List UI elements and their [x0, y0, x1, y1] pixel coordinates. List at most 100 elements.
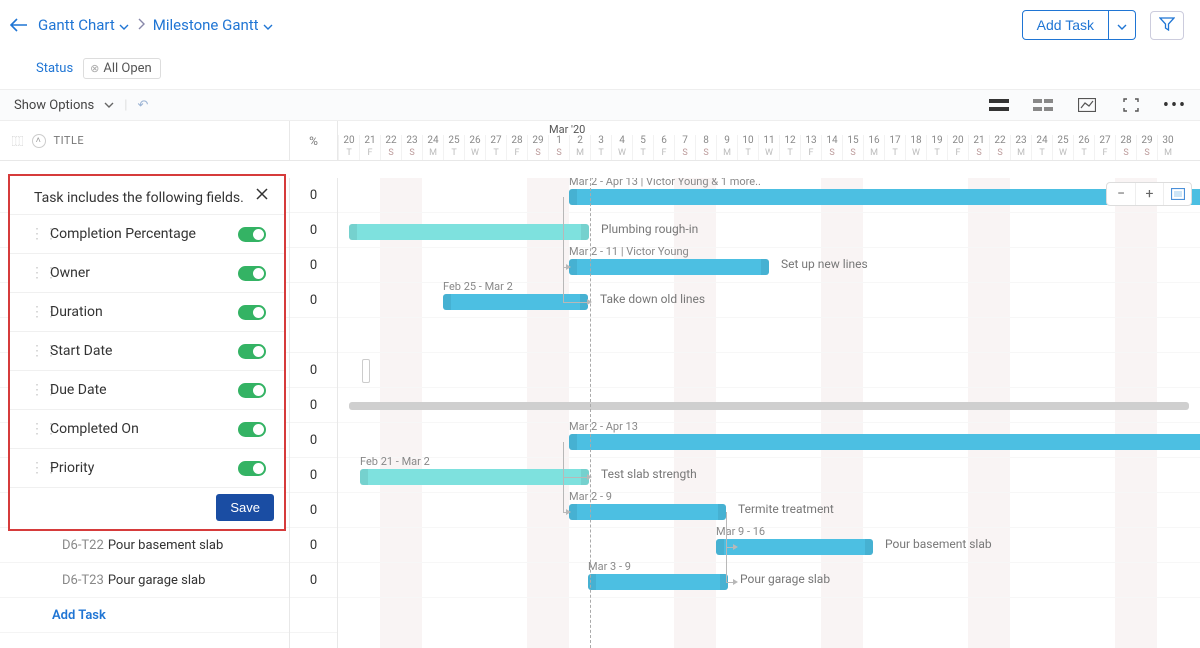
- view-split-icon[interactable]: [1032, 96, 1054, 114]
- field-toggle[interactable]: [238, 344, 266, 359]
- bar-right-label: Take down old lines: [600, 292, 705, 306]
- pct-cell: 0: [290, 283, 337, 318]
- day-header: 12T: [779, 135, 800, 160]
- add-task-row[interactable]: Add Task: [0, 598, 289, 633]
- day-header: 25W: [1052, 135, 1073, 160]
- chevron-right-icon: [137, 16, 145, 34]
- gantt-row: [338, 248, 1200, 283]
- status-label[interactable]: Status: [36, 61, 73, 76]
- zoom-control: − +: [1106, 182, 1192, 206]
- drag-handle-icon[interactable]: ⋮⋮: [30, 226, 40, 242]
- field-toggle[interactable]: [238, 422, 266, 437]
- day-header: 14S: [821, 135, 842, 160]
- drag-handle-icon[interactable]: ⋮⋮: [30, 382, 40, 398]
- filter-button[interactable]: [1150, 11, 1184, 40]
- field-toggle[interactable]: [238, 305, 266, 320]
- gantt-bar[interactable]: [349, 402, 1189, 410]
- day-header: 23M: [1010, 135, 1031, 160]
- gantt-bar[interactable]: [569, 504, 726, 520]
- day-header: 25T: [443, 135, 464, 160]
- day-header: 6F: [653, 135, 674, 160]
- pct-cell: 0: [290, 458, 337, 493]
- drag-handle-icon[interactable]: ⋮⋮: [30, 304, 40, 320]
- day-header: 21F: [359, 135, 380, 160]
- caret-down-icon: [119, 16, 129, 34]
- zoom-in-button[interactable]: +: [1135, 183, 1163, 205]
- bar-top-label: Mar 2 - Apr 13 | Victor Young & 1 more..: [569, 178, 761, 188]
- day-header: 29S: [527, 135, 548, 160]
- day-header: 1S: [548, 135, 569, 160]
- zoom-out-button[interactable]: −: [1107, 183, 1135, 205]
- close-button[interactable]: [250, 182, 274, 206]
- bar-top-label: Feb 21 - Mar 2: [360, 455, 430, 468]
- day-header: 27F: [1094, 135, 1115, 160]
- task-row[interactable]: D6-T22Pour basement slab: [0, 528, 289, 563]
- columns-icon[interactable]: ⿲: [12, 133, 24, 149]
- day-header: 28S: [1115, 135, 1136, 160]
- field-toggle[interactable]: [238, 383, 266, 398]
- popup-field-row: ⋮⋮Priority: [10, 448, 284, 487]
- gantt-bar[interactable]: [349, 224, 589, 240]
- task-row[interactable]: D6-T23Pour garage slab: [0, 563, 289, 598]
- save-button[interactable]: Save: [216, 494, 274, 521]
- day-header: 10T: [737, 135, 758, 160]
- gantt-bar[interactable]: [360, 469, 589, 485]
- day-header: 24T: [1031, 135, 1052, 160]
- view-compact-icon[interactable]: [988, 96, 1010, 114]
- day-header: 5T: [632, 135, 653, 160]
- day-header: 22S: [380, 135, 401, 160]
- caret-down-icon: [263, 16, 273, 34]
- add-task-button[interactable]: Add Task: [1022, 10, 1109, 40]
- day-header: 19T: [926, 135, 947, 160]
- field-toggle[interactable]: [238, 461, 266, 476]
- add-task-dropdown[interactable]: [1109, 10, 1136, 40]
- day-header: 24M: [422, 135, 443, 160]
- day-header: 16M: [863, 135, 884, 160]
- day-header: 17T: [884, 135, 905, 160]
- drag-handle-icon[interactable]: ⋮⋮: [30, 421, 40, 437]
- popup-field-row: ⋮⋮Completion Percentage: [10, 214, 284, 253]
- day-header: 20F: [947, 135, 968, 160]
- day-header: 8S: [695, 135, 716, 160]
- breadcrumb-root[interactable]: Gantt Chart: [38, 16, 129, 34]
- day-header: 4W: [611, 135, 632, 160]
- drag-handle-icon[interactable]: ⋮⋮: [30, 265, 40, 281]
- gantt-bar[interactable]: [569, 259, 769, 275]
- pct-cell: 0: [290, 248, 337, 283]
- day-header: 26T: [1073, 135, 1094, 160]
- day-header: 15S: [842, 135, 863, 160]
- drag-handle-icon[interactable]: ⋮⋮: [30, 343, 40, 359]
- popup-field-row: ⋮⋮ Completed On: [10, 409, 284, 448]
- more-icon[interactable]: •••: [1164, 96, 1186, 114]
- timeline-resize-handle[interactable]: [362, 359, 370, 383]
- show-options[interactable]: Show Options | ↶: [14, 98, 148, 113]
- status-chip-label: All Open: [103, 61, 151, 76]
- back-button[interactable]: [8, 14, 30, 36]
- day-header: 18W: [905, 135, 926, 160]
- collapse-icon[interactable]: ˄: [32, 134, 46, 148]
- bar-right-label: Pour basement slab: [885, 537, 992, 551]
- day-header: 26W: [464, 135, 485, 160]
- gantt-bar[interactable]: [588, 574, 728, 590]
- fullscreen-icon[interactable]: [1120, 96, 1142, 114]
- gantt-bar[interactable]: [716, 539, 873, 555]
- day-header: 20T: [338, 135, 359, 160]
- view-chart-icon[interactable]: [1076, 96, 1098, 114]
- breadcrumb-current[interactable]: Milestone Gantt: [153, 16, 273, 34]
- day-header: 3T: [590, 135, 611, 160]
- close-icon[interactable]: ⊗: [90, 62, 99, 75]
- popup-field-label: Completed On: [50, 421, 139, 437]
- zoom-fit-button[interactable]: [1163, 183, 1191, 205]
- breadcrumb: Gantt Chart Milestone Gantt: [8, 14, 273, 36]
- field-toggle[interactable]: [238, 266, 266, 281]
- undo-icon[interactable]: ↶: [137, 98, 148, 113]
- field-toggle[interactable]: [238, 227, 266, 242]
- popup-field-label: Due Date: [50, 382, 107, 398]
- status-chip[interactable]: ⊗ All Open: [83, 58, 161, 79]
- day-header: 11W: [758, 135, 779, 160]
- gantt-bar[interactable]: [569, 434, 1200, 450]
- gantt-row: [338, 318, 1200, 353]
- day-header: 22S: [989, 135, 1010, 160]
- drag-handle-icon[interactable]: ⋮⋮: [30, 460, 40, 476]
- bar-top-label: Mar 2 - 11 | Victor Young: [569, 245, 689, 258]
